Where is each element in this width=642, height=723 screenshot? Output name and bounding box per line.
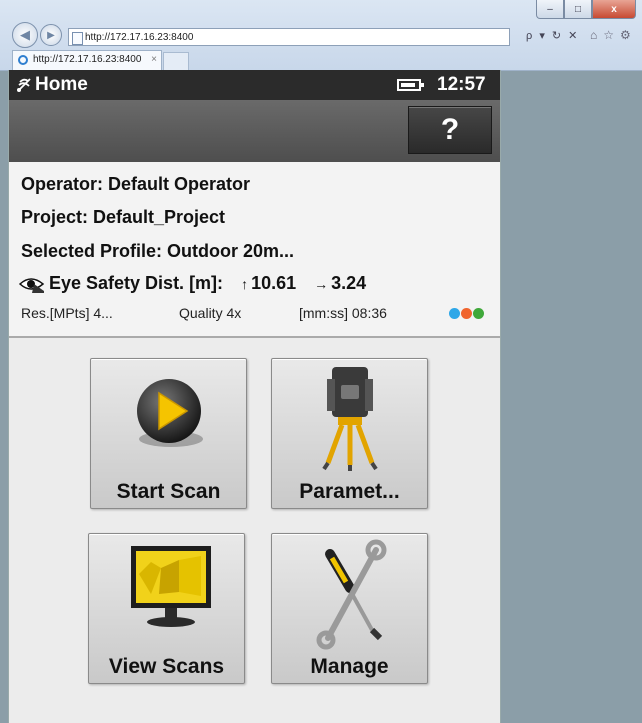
battery-icon	[397, 79, 424, 91]
back-button[interactable]: ◀	[12, 22, 38, 48]
eye-safety-up: ↑ 10.61	[241, 273, 296, 294]
status-dots	[449, 308, 485, 319]
browser-tool-icons[interactable]: ⌂☆⚙	[590, 28, 637, 42]
close-window-button[interactable]: x	[592, 0, 636, 19]
status-dot-orange	[461, 308, 472, 319]
window-controls: – □ x	[536, 0, 636, 20]
status-dot-green	[473, 308, 484, 319]
parameters-label: Paramet...	[299, 480, 400, 503]
tab-title: http://172.17.16.23:8400	[33, 54, 142, 65]
eye-safety-row: Eye Safety Dist. [m]: ↑ 10.61 → 3.24	[19, 273, 366, 294]
parameters-button[interactable]: Paramet...	[271, 358, 428, 509]
toolbar: ?	[9, 100, 500, 162]
eye-safety-right-value: 3.24	[331, 273, 367, 293]
maximize-button[interactable]: □	[564, 0, 592, 19]
scanner-tripod-icon	[322, 367, 378, 471]
screen-title: Home	[35, 74, 88, 95]
info-panel: Operator: Default Operator Project: Defa…	[9, 162, 500, 338]
new-tab-button[interactable]	[163, 52, 189, 70]
play-icon	[137, 379, 203, 447]
start-scan-label: Start Scan	[116, 480, 221, 503]
browser-tab[interactable]: http://172.17.16.23:8400 ×	[12, 50, 162, 70]
ie-icon	[18, 55, 28, 65]
address-controls[interactable]: ρ ▾ ↻ ✕	[526, 29, 579, 42]
back-arrow-icon: ◀	[20, 27, 30, 42]
manage-label: Manage	[310, 655, 389, 678]
eye-safety-label: Eye Safety Dist. [m]:	[49, 273, 224, 293]
eye-safety-up-value: 10.61	[251, 273, 297, 293]
address-text: http://172.17.16.23:8400	[85, 32, 194, 43]
status-bar: Home 12:57	[9, 70, 500, 100]
minimize-button[interactable]: –	[536, 0, 564, 19]
status-dot-blue	[449, 308, 460, 319]
scanner-logo-icon	[17, 78, 31, 92]
eye-laser-icon	[19, 277, 45, 293]
tools-icon	[316, 539, 387, 650]
up-arrow-icon: ↑	[241, 276, 249, 292]
monitor-icon	[131, 546, 211, 627]
address-bar[interactable]: http://172.17.16.23:8400	[68, 28, 510, 46]
duration-text: [mm:ss] 08:36	[299, 305, 387, 321]
tab-close-button[interactable]: ×	[151, 51, 157, 69]
help-button[interactable]: ?	[408, 106, 492, 154]
clock: 12:57	[437, 74, 486, 95]
forward-button[interactable]: ▶	[40, 24, 62, 46]
page-icon	[72, 32, 83, 45]
profile-text: Selected Profile: Outdoor 20m...	[21, 241, 295, 261]
project-text: Project: Default_Project	[21, 207, 226, 227]
right-arrow-icon: →	[314, 276, 329, 292]
scanner-app: Home 12:57 ? Operator: Default Operator …	[8, 70, 501, 723]
quality-text: Quality 4x	[179, 305, 242, 321]
operator-text: Operator: Default Operator	[21, 174, 251, 194]
view-scans-button[interactable]: View Scans	[88, 533, 245, 684]
manage-button[interactable]: Manage	[271, 533, 428, 684]
resolution-text: Res.[MPts] 4...	[21, 305, 113, 321]
browser-chrome: – □ x ◀ ▶ http://172.17.16.23:8400 ρ ▾ ↻…	[0, 0, 642, 71]
view-scans-label: View Scans	[108, 655, 225, 678]
start-scan-button[interactable]: Start Scan	[90, 358, 247, 509]
forward-arrow-icon: ▶	[47, 29, 55, 41]
eye-safety-right: → 3.24	[314, 273, 366, 294]
